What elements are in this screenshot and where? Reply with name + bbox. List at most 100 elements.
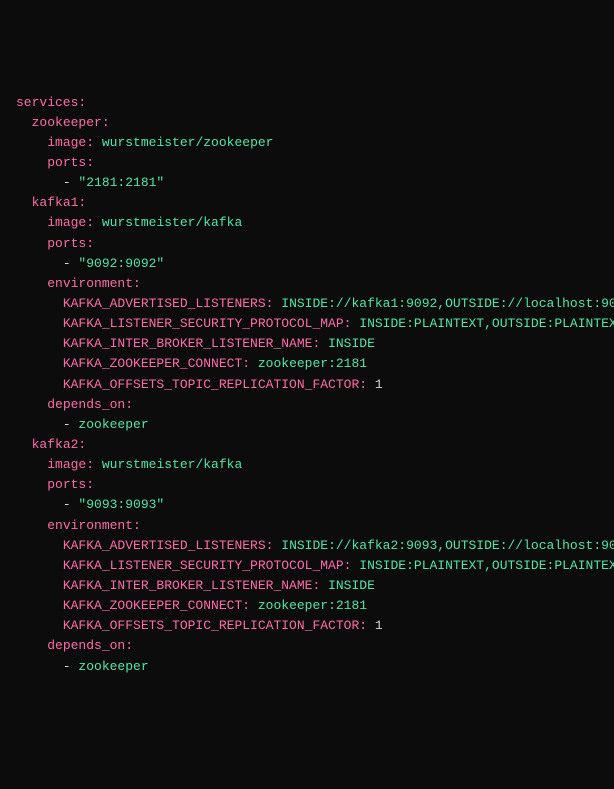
str-token: wurstmeister/kafka: [102, 215, 242, 230]
key-token: KAFKA_LISTENER_SECURITY_PROTOCOL_MAP: [63, 558, 344, 573]
key-token: KAFKA_ADVERTISED_LISTENERS: [63, 538, 266, 553]
key-token: image: [47, 457, 86, 472]
code-line: environment:: [16, 516, 598, 536]
colon-token: :: [125, 397, 133, 412]
str-token: INSIDE: [328, 336, 375, 351]
code-line: KAFKA_ZOOKEEPER_CONNECT: zookeeper:2181: [16, 354, 598, 374]
colon-token: :: [125, 638, 133, 653]
key-token: ports: [47, 155, 86, 170]
dash-token: -: [63, 175, 79, 190]
str-token: "9093:9093": [78, 497, 164, 512]
key-token: kafka2: [32, 437, 79, 452]
code-line: KAFKA_OFFSETS_TOPIC_REPLICATION_FACTOR: …: [16, 375, 598, 395]
colon-token: :: [359, 377, 375, 392]
code-line: services:: [16, 93, 598, 113]
code-line: KAFKA_INTER_BROKER_LISTENER_NAME: INSIDE: [16, 576, 598, 596]
key-token: ports: [47, 236, 86, 251]
colon-token: :: [242, 598, 258, 613]
colon-token: :: [86, 215, 102, 230]
str-token: zookeeper: [78, 659, 148, 674]
colon-token: :: [266, 538, 282, 553]
dash-token: -: [63, 417, 79, 432]
str-token: zookeeper:2181: [258, 356, 367, 371]
code-line: ports:: [16, 234, 598, 254]
colon-token: :: [86, 236, 94, 251]
code-line: KAFKA_LISTENER_SECURITY_PROTOCOL_MAP: IN…: [16, 314, 598, 334]
code-line: - zookeeper: [16, 657, 598, 677]
colon-token: :: [344, 558, 360, 573]
code-line: depends_on:: [16, 636, 598, 656]
num-token: 1: [375, 618, 383, 633]
colon-token: :: [242, 356, 258, 371]
key-token: environment: [47, 276, 133, 291]
key-token: services: [16, 95, 78, 110]
colon-token: :: [344, 316, 360, 331]
colon-token: :: [312, 336, 328, 351]
key-token: zookeeper: [32, 115, 102, 130]
code-line: kafka2:: [16, 435, 598, 455]
code-line: image: wurstmeister/zookeeper: [16, 133, 598, 153]
colon-token: :: [86, 457, 102, 472]
code-line: ports:: [16, 475, 598, 495]
key-token: KAFKA_ZOOKEEPER_CONNECT: [63, 598, 242, 613]
key-token: kafka1: [32, 195, 79, 210]
str-token: INSIDE:PLAINTEXT,OUTSIDE:PLAINTEXT: [359, 316, 614, 331]
str-token: "9092:9092": [78, 256, 164, 271]
colon-token: :: [133, 518, 141, 533]
code-line: - "2181:2181": [16, 173, 598, 193]
key-token: KAFKA_LISTENER_SECURITY_PROTOCOL_MAP: [63, 316, 344, 331]
code-line: - "9092:9092": [16, 254, 598, 274]
str-token: INSIDE: [328, 578, 375, 593]
colon-token: :: [359, 618, 375, 633]
colon-token: :: [86, 135, 102, 150]
str-token: zookeeper:2181: [258, 598, 367, 613]
code-line: environment:: [16, 274, 598, 294]
key-token: depends_on: [47, 397, 125, 412]
colon-token: :: [78, 195, 86, 210]
key-token: KAFKA_INTER_BROKER_LISTENER_NAME: [63, 336, 313, 351]
colon-token: :: [312, 578, 328, 593]
code-line: KAFKA_LISTENER_SECURITY_PROTOCOL_MAP: IN…: [16, 556, 598, 576]
colon-token: :: [78, 95, 86, 110]
yaml-code-block: services: zookeeper: image: wurstmeister…: [16, 93, 598, 677]
code-line: KAFKA_ADVERTISED_LISTENERS: INSIDE://kaf…: [16, 536, 598, 556]
key-token: image: [47, 135, 86, 150]
code-line: zookeeper:: [16, 113, 598, 133]
code-line: - zookeeper: [16, 415, 598, 435]
str-token: INSIDE://kafka1:9092,OUTSIDE://localhost…: [281, 296, 614, 311]
key-token: KAFKA_OFFSETS_TOPIC_REPLICATION_FACTOR: [63, 377, 359, 392]
dash-token: -: [63, 659, 79, 674]
colon-token: :: [133, 276, 141, 291]
dash-token: -: [63, 497, 79, 512]
key-token: KAFKA_ADVERTISED_LISTENERS: [63, 296, 266, 311]
code-line: KAFKA_OFFSETS_TOPIC_REPLICATION_FACTOR: …: [16, 616, 598, 636]
code-line: ports:: [16, 153, 598, 173]
str-token: wurstmeister/kafka: [102, 457, 242, 472]
dash-token: -: [63, 256, 79, 271]
colon-token: :: [86, 155, 94, 170]
key-token: ports: [47, 477, 86, 492]
str-token: "2181:2181": [78, 175, 164, 190]
code-line: - "9093:9093": [16, 495, 598, 515]
str-token: wurstmeister/zookeeper: [102, 135, 274, 150]
code-line: image: wurstmeister/kafka: [16, 213, 598, 233]
code-line: depends_on:: [16, 395, 598, 415]
colon-token: :: [266, 296, 282, 311]
key-token: KAFKA_INTER_BROKER_LISTENER_NAME: [63, 578, 313, 593]
str-token: INSIDE://kafka2:9093,OUTSIDE://localhost…: [281, 538, 614, 553]
key-token: KAFKA_ZOOKEEPER_CONNECT: [63, 356, 242, 371]
key-token: depends_on: [47, 638, 125, 653]
code-line: image: wurstmeister/kafka: [16, 455, 598, 475]
colon-token: :: [86, 477, 94, 492]
code-line: KAFKA_INTER_BROKER_LISTENER_NAME: INSIDE: [16, 334, 598, 354]
str-token: zookeeper: [78, 417, 148, 432]
key-token: KAFKA_OFFSETS_TOPIC_REPLICATION_FACTOR: [63, 618, 359, 633]
code-line: kafka1:: [16, 193, 598, 213]
num-token: 1: [375, 377, 383, 392]
colon-token: :: [78, 437, 86, 452]
key-token: environment: [47, 518, 133, 533]
colon-token: :: [102, 115, 110, 130]
key-token: image: [47, 215, 86, 230]
code-line: KAFKA_ADVERTISED_LISTENERS: INSIDE://kaf…: [16, 294, 598, 314]
str-token: INSIDE:PLAINTEXT,OUTSIDE:PLAINTEXT: [359, 558, 614, 573]
